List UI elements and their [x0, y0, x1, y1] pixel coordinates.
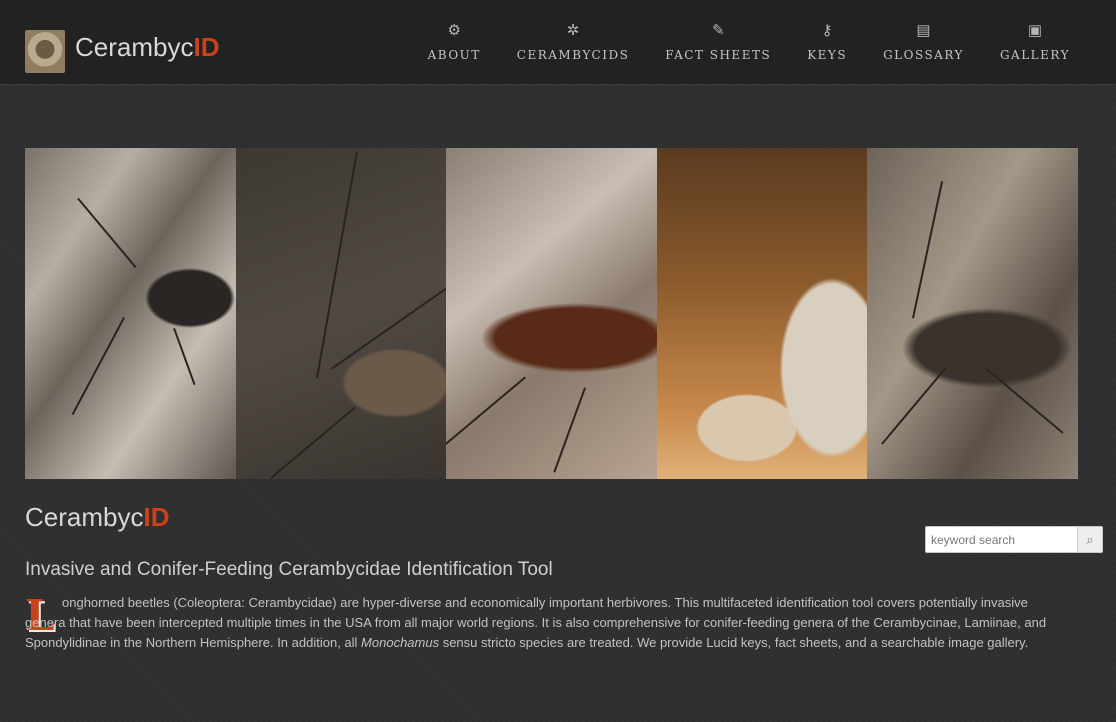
nav-gallery[interactable]: ▣ GALLERY	[1000, 22, 1070, 62]
site-brand[interactable]: CerambycID	[75, 32, 219, 63]
pencil-icon: ✎	[711, 22, 725, 39]
page-title-suffix: ID	[143, 502, 170, 532]
key-icon: ⚷	[821, 22, 833, 39]
page-title-prefix: Cerambyc	[25, 502, 144, 532]
intro-paragraph: onghorned beetles (Coleoptera: Cerambyci…	[25, 593, 1055, 653]
page-title: CerambycID	[25, 502, 169, 533]
page-subtitle: Invasive and Conifer-Feeding Cerambycida…	[25, 559, 553, 580]
gears-icon: ⚙	[447, 22, 461, 39]
top-navigation-bar: CerambycID ⚙ ABOUT ✲ CERAMBYCIDS ✎ FACT …	[0, 0, 1116, 85]
keyword-search: ⌕	[925, 526, 1103, 553]
nav-cerambycids[interactable]: ✲ CERAMBYCIDS	[517, 22, 630, 62]
brand-prefix: Cerambyc	[75, 32, 194, 62]
nav-fact-sheets-label: FACT SHEETS	[665, 48, 772, 62]
search-input[interactable]	[926, 527, 1069, 552]
beetle-photo-5[interactable]	[867, 148, 1078, 479]
hero-image-strip	[25, 148, 1078, 479]
beetle-logo[interactable]	[25, 30, 65, 73]
beetle-icon: ✲	[566, 22, 580, 39]
intro-text-italic: Monochamus	[361, 635, 440, 650]
search-button[interactable]: ⌕	[1077, 527, 1102, 552]
search-icon: ⌕	[1086, 532, 1094, 547]
beetle-photo-1[interactable]	[25, 148, 236, 479]
nav-gallery-label: GALLERY	[999, 48, 1070, 62]
nav-glossary[interactable]: ▤ GLOSSARY	[883, 22, 964, 62]
nav-about[interactable]: ⚙ ABOUT	[428, 22, 481, 62]
beetle-photo-3[interactable]	[446, 148, 657, 479]
beetle-photo-2[interactable]	[235, 148, 447, 479]
nav-fact-sheets[interactable]: ✎ FACT SHEETS	[665, 22, 771, 62]
book-icon: ▤	[916, 22, 931, 39]
intro-text-part2: sensu stricto species are treated. We pr…	[439, 635, 1029, 650]
nav-glossary-label: GLOSSARY	[883, 48, 964, 62]
nav-cerambycids-label: CERAMBYCIDS	[516, 48, 630, 62]
main-nav: ⚙ ABOUT ✲ CERAMBYCIDS ✎ FACT SHEETS ⚷ KE…	[428, 22, 1070, 62]
nav-keys[interactable]: ⚷ KEYS	[807, 22, 847, 62]
brand-suffix: ID	[193, 32, 220, 62]
image-icon: ▣	[1027, 22, 1043, 39]
nav-keys-label: KEYS	[807, 48, 848, 62]
larva-photo[interactable]	[656, 148, 868, 479]
nav-about-label: ABOUT	[427, 48, 481, 62]
